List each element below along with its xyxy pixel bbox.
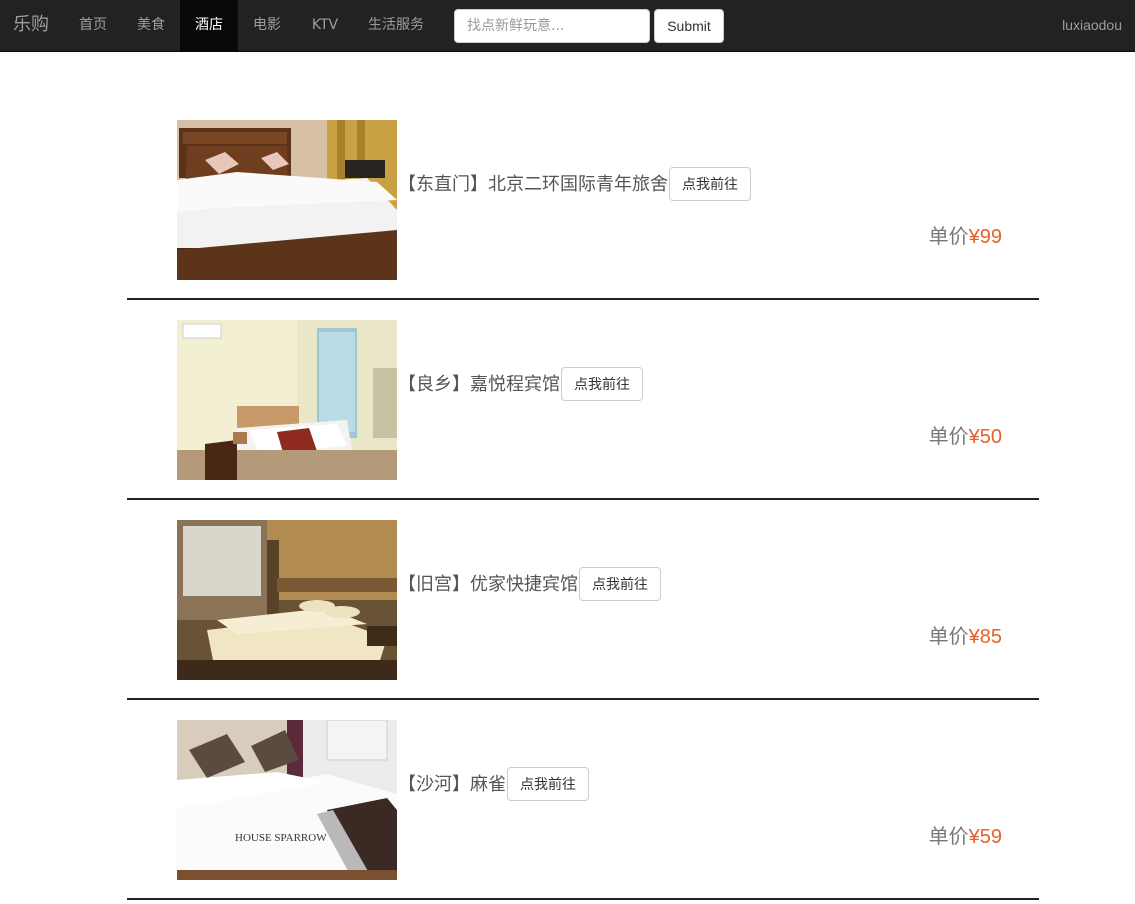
go-button[interactable]: 点我前往 (579, 567, 661, 601)
price-label: 单价 (928, 824, 969, 848)
hotel-title-row: 【旧宫】优家快捷宾馆 点我前往 (398, 564, 661, 601)
hotel-title-row: 【沙河】麻雀 点我前往 (398, 764, 589, 801)
price-value: ¥99 (968, 226, 1002, 248)
nav-item-hotel[interactable]: 酒店 (180, 0, 238, 51)
hotel-title-row: 【良乡】嘉悦程宾馆 点我前往 (398, 364, 643, 401)
brand-logo[interactable]: 乐购 (13, 14, 49, 36)
go-button[interactable]: 点我前往 (507, 767, 589, 801)
search-input[interactable] (454, 9, 650, 43)
nav-item-life-services[interactable]: 生活服务 (354, 0, 438, 51)
hotel-name[interactable]: 【良乡】嘉悦程宾馆 (398, 370, 560, 396)
hotel-title-row: 【东直门】北京二环国际青年旅舍 点我前往 (398, 164, 751, 201)
hotel-list-item: 【东直门】北京二环国际青年旅舍 点我前往 单价¥99 (127, 100, 1039, 300)
hotel-name[interactable]: 【旧宫】优家快捷宾馆 (398, 570, 578, 596)
nav-item-home[interactable]: 首页 (66, 0, 120, 51)
price-value: ¥50 (968, 426, 1002, 448)
top-navbar: 乐购 首页 美食 酒店 电影 KTV 生活服务 Submit luxiaodou (0, 0, 1135, 52)
image-watermark: HOUSE SPARROW (235, 832, 327, 844)
price-value: ¥85 (968, 626, 1002, 648)
price-label: 单价 (928, 224, 969, 248)
hotel-price: 单价¥59 (929, 820, 1002, 849)
price-label: 单价 (928, 424, 969, 448)
hotel-name[interactable]: 【东直门】北京二环国际青年旅舍 (398, 170, 668, 196)
price-label: 单价 (928, 624, 969, 648)
hotel-room-photo (177, 520, 397, 680)
go-button[interactable]: 点我前往 (561, 367, 643, 401)
price-value: ¥59 (968, 826, 1002, 848)
go-button[interactable]: 点我前往 (669, 167, 751, 201)
hotel-list-item: 【良乡】嘉悦程宾馆 点我前往 单价¥50 (127, 300, 1039, 500)
hotel-price: 单价¥50 (929, 420, 1002, 449)
username-link[interactable]: luxiaodou (1062, 0, 1122, 51)
hotel-room-photo: HOUSE SPARROW (177, 720, 397, 880)
nav-item-food[interactable]: 美食 (123, 0, 179, 51)
nav-item-movie[interactable]: 电影 (239, 0, 295, 51)
hotel-room-photo (177, 120, 397, 280)
hotel-name[interactable]: 【沙河】麻雀 (398, 770, 506, 796)
hotel-list-item: HOUSE SPARROW 【沙河】麻雀 点我前往 单价¥59 (127, 700, 1039, 900)
search-submit-button[interactable]: Submit (654, 9, 724, 43)
hotel-list-item: 【旧宫】优家快捷宾馆 点我前往 单价¥85 (127, 500, 1039, 700)
hotel-price: 单价¥85 (929, 620, 1002, 649)
nav-item-ktv[interactable]: KTV (297, 0, 353, 51)
hotel-price: 单价¥99 (929, 220, 1002, 249)
hotel-room-photo (177, 320, 397, 480)
